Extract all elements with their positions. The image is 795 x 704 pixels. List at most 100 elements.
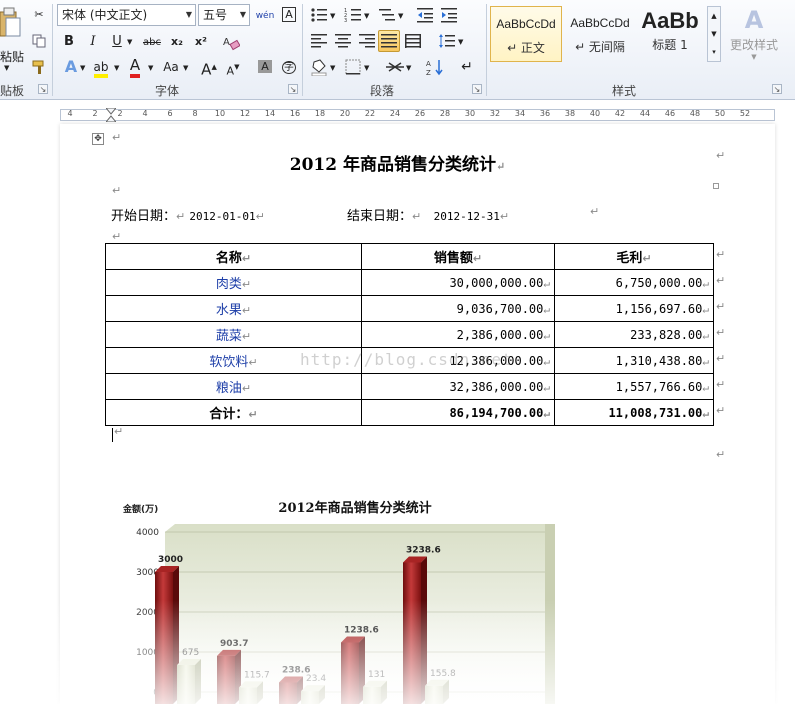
strikethrough-button[interactable]: abc [140,31,164,53]
enclose-characters-button[interactable]: 字 [278,56,300,78]
text-effects-icon: A [64,57,78,76]
styles-dialog-launcher[interactable]: ↘ [772,84,782,94]
styles-group-label: 样式 [612,84,637,98]
cell-sales[interactable]: 2,386,000.00↵ [361,321,555,348]
highlight-button[interactable]: ab [90,56,112,78]
distributed-button[interactable] [402,30,424,52]
cell-profit[interactable]: 6,750,000.00↵ [554,269,714,296]
grow-font-button[interactable]: A▲ [198,56,220,78]
shrink-font-button[interactable]: A▼ [222,56,244,78]
cell-sales[interactable]: 9,036,700.00↵ [361,295,555,322]
data-label: 3238.6 [406,545,441,555]
sales-chart[interactable]: 2012年商品销售分类统计 金额(万) 40003000200010000 30… [110,492,570,704]
cut-button[interactable]: ✂ [28,4,50,26]
cell-name[interactable]: 蔬菜↵ [105,321,362,348]
show-marks-button[interactable]: ↵ [456,56,478,78]
numbering-button[interactable]: 123 [342,4,364,26]
change-case-icon: Aa [163,60,179,74]
cell-total-profit[interactable]: 11,008,731.00↵ [554,399,714,426]
font-name-combo[interactable]: 宋体 (中文正文) ▼ [57,4,196,26]
chevron-down-icon: ▼ [364,64,370,72]
subscript-button[interactable]: x₂ [166,31,188,53]
style-no-spacing[interactable]: AaBbCcDd ↵ 无间隔 [565,6,635,62]
shading-button[interactable] [308,56,330,78]
header-profit[interactable]: 毛利↵ [554,243,714,270]
cell-total-sales[interactable]: 86,194,700.00↵ [361,399,555,426]
sort-button[interactable]: AZ [424,56,446,78]
cell-profit[interactable]: 1,156,697.60↵ [554,295,714,322]
horizontal-ruler[interactable]: 4 2 2 4 6 8 10 12 14 16 18 20 22 24 26 28 30 32 34 36 38 40 42… [0,108,795,122]
chevron-down-icon: ▼ [398,12,404,20]
sales-table[interactable]: 名称↵ 销售额↵ 毛利↵ 肉类↵ 30,000,000.00↵ 6,750,00… [105,243,714,426]
style-sample: AaBbCcDd [570,16,630,30]
change-case-button[interactable]: Aa [160,56,182,78]
header-name[interactable]: 名称↵ [105,243,362,270]
align-left-button[interactable] [308,30,330,52]
row-end-mark: ↵ [716,274,726,287]
table-row: 肉类↵ 30,000,000.00↵ 6,750,000.00↵ [105,269,714,296]
cell-profit[interactable]: 1,310,438.80↵ [554,347,714,374]
styles-scroll[interactable]: ▲ ▼ ▾ [707,6,721,62]
decrease-indent-icon [417,8,433,23]
bullets-button[interactable] [308,4,330,26]
borders-button[interactable] [342,56,364,78]
paragraph-dialog-launcher[interactable]: ↘ [472,84,482,94]
text-effects-button[interactable]: A [60,56,82,78]
bold-button[interactable]: B [58,31,80,53]
font-dialog-launcher[interactable]: ↘ [288,84,298,94]
paste-label: 粘贴 [0,50,25,64]
more-styles-icon[interactable]: ▾ [708,43,720,61]
increase-indent-button[interactable] [438,4,460,26]
phonetic-icon: wén [255,11,275,21]
copy-button[interactable] [28,30,50,52]
data-label: 131 [368,670,385,680]
justify-button[interactable] [378,30,400,52]
align-right-icon [359,34,375,48]
paragraph-mark: ↵ [716,448,726,461]
phonetic-guide-button[interactable]: wén [254,4,276,26]
cell-profit[interactable]: 1,557,766.60↵ [554,373,714,400]
clear-formatting-button[interactable]: A [220,31,242,53]
decrease-indent-button[interactable] [414,4,436,26]
asian-layout-button[interactable] [384,56,406,78]
indent-marker[interactable] [106,108,116,122]
chevron-down-icon: ▼ [330,64,336,72]
multilevel-list-button[interactable] [376,4,398,26]
chevron-down-icon: ▼ [330,12,336,20]
multilevel-list-icon [379,9,395,21]
cell-total-label[interactable]: 合计：↵ [105,399,362,426]
format-painter-button[interactable] [28,56,50,78]
line-spacing-button[interactable] [436,30,458,52]
style-heading-1[interactable]: AaBb 标题 1 [637,6,703,62]
style-normal[interactable]: AaBbCcDd ↵ 正文 [490,6,562,62]
paste-button[interactable]: 粘贴 ▼ [0,6,25,72]
resize-handle[interactable] [713,183,719,189]
scroll-up-icon[interactable]: ▲ [708,7,720,25]
align-right-button[interactable] [356,30,378,52]
table-move-handle[interactable]: ✥ [92,133,104,145]
character-border-button[interactable]: A [278,4,300,26]
font-color-button[interactable]: A [124,56,146,78]
italic-button[interactable]: I [82,31,104,53]
cell-name[interactable]: 水果↵ [105,295,362,322]
change-styles-button[interactable]: A 更改样式 ▼ [726,4,782,74]
table-row: 蔬菜↵ 2,386,000.00↵ 233,828.00↵ [105,321,714,348]
cell-profit[interactable]: 233,828.00↵ [554,321,714,348]
paste-icon [0,7,21,37]
cell-sales[interactable]: 30,000,000.00↵ [361,269,555,296]
font-size-combo[interactable]: 五号 ▼ [198,4,250,26]
numbering-icon: 123 [344,8,361,24]
character-shading-button[interactable]: A [254,56,276,78]
cell-name[interactable]: 粮油↵ [105,373,362,400]
header-sales[interactable]: 销售额↵ [361,243,555,270]
superscript-button[interactable]: x² [190,31,212,53]
scroll-down-icon[interactable]: ▼ [708,25,720,43]
cell-sales[interactable]: 32,386,000.00↵ [361,373,555,400]
underline-icon: U [112,34,122,49]
ruler-number: 16 [289,109,301,118]
clipboard-dialog-launcher[interactable]: ↘ [38,84,48,94]
underline-button[interactable]: U [106,31,128,53]
align-center-button[interactable] [332,30,354,52]
cell-name[interactable]: 肉类↵ [105,269,362,296]
ruler-number: 4 [67,109,73,118]
